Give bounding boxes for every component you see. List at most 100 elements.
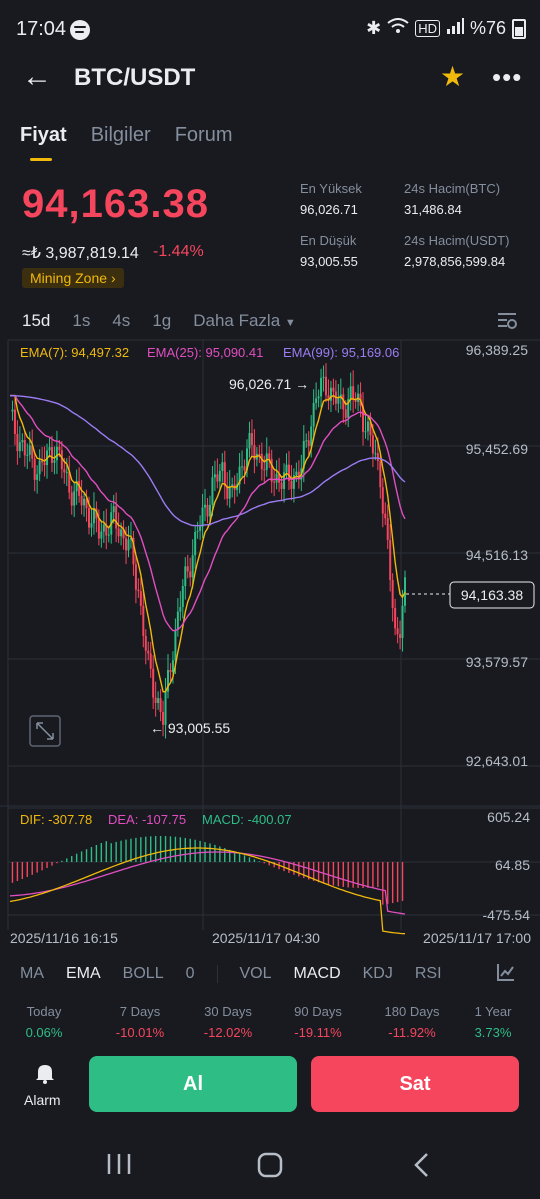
perf-label: 30 Days (204, 1004, 252, 1019)
perf-1y: 1 Year 3.73% (462, 1004, 524, 1040)
candle-body (115, 506, 118, 529)
low-value: 93,005.55 (300, 254, 358, 269)
tab-bilgiler[interactable]: Bilgiler (91, 124, 151, 147)
perf-value: -10.01% (115, 1025, 165, 1040)
candle-body (134, 564, 137, 590)
candle-body (147, 650, 150, 654)
candle-body (290, 480, 293, 489)
system-nav-bar (0, 1130, 540, 1199)
perf-value: 3.73% (474, 1025, 512, 1040)
favorite-star-icon[interactable]: ★ (440, 60, 465, 93)
ema-lines (9, 394, 406, 693)
candle-body (248, 433, 251, 449)
x-tick-3: 2025/11/17 17:00 (423, 930, 531, 946)
candle-body (33, 458, 36, 480)
candle-body (285, 464, 288, 473)
more-options-icon[interactable]: ••• (492, 62, 522, 93)
caret-down-icon: ▼ (284, 317, 296, 329)
candle-body (307, 440, 310, 447)
candle-body (28, 445, 31, 455)
macd-label: MACD: -400.07 (202, 812, 292, 827)
perf-value: -19.11% (294, 1025, 342, 1040)
dea-line (9, 851, 406, 915)
candle-body (181, 586, 184, 608)
signal-icon (446, 18, 464, 39)
candle-body (137, 589, 140, 592)
buy-button[interactable]: Al (89, 1056, 297, 1112)
candle-body (189, 571, 192, 578)
last-price: 94,163.38 (22, 182, 209, 226)
timeframe-4s[interactable]: 4s (112, 311, 130, 331)
indicator-vol[interactable]: VOL (240, 965, 272, 983)
indicator-ema[interactable]: EMA (66, 965, 101, 983)
indicator-boll[interactable]: BOLL (123, 965, 164, 983)
candle-body (243, 466, 246, 471)
mining-zone-label: Mining Zone (30, 270, 108, 286)
back-arrow-icon[interactable]: ← (22, 60, 52, 94)
x-tick-2: 2025/11/17 04:30 (212, 930, 320, 946)
candle-body (21, 440, 24, 443)
home-icon[interactable] (257, 1152, 283, 1178)
candle-body (268, 453, 271, 459)
candle-body (258, 453, 261, 455)
indicator-ma[interactable]: MA (20, 965, 44, 983)
timeframe-1g[interactable]: 1g (152, 311, 171, 331)
candle-body (179, 607, 182, 612)
candlestick-chart[interactable]: EMA(7): 94,497.32 EMA(25): 95,090.41 EMA… (0, 330, 540, 950)
sell-button[interactable]: Sat (311, 1056, 519, 1112)
candle-body (174, 629, 177, 661)
candle-body (376, 453, 379, 462)
ema99-label: EMA(99): 95,169.06 (283, 345, 399, 360)
candle-body (263, 469, 266, 471)
recent-apps-icon[interactable] (106, 1152, 132, 1176)
spotify-icon (70, 20, 90, 40)
candle-body (18, 442, 21, 452)
dif-label: DIF: -307.78 (20, 812, 92, 827)
perf-label: 180 Days (384, 1004, 440, 1019)
y-tick-1: 96,389.25 (466, 342, 528, 358)
indicator-kdj[interactable]: KDJ (363, 965, 393, 983)
timeframe-more[interactable]: Daha Fazla ▼ (193, 311, 296, 331)
candle-body (38, 460, 41, 475)
candle-body (48, 447, 51, 451)
candle-body (349, 386, 352, 400)
indicator-settings-icon[interactable] (496, 962, 516, 987)
candle-body (196, 530, 199, 532)
perf-value: -11.92% (388, 1025, 436, 1040)
high-label: En Yüksek (300, 181, 362, 196)
vol-btc-value: 31,486.84 (404, 202, 462, 217)
candle-body (389, 539, 392, 581)
timeframe-15d[interactable]: 15d (22, 311, 50, 331)
candle-body (332, 387, 335, 392)
candle-body (305, 440, 308, 442)
indicator-rsi[interactable]: RSI (415, 965, 442, 983)
alarm-label[interactable]: Alarm (24, 1092, 61, 1108)
candle-body (221, 462, 224, 471)
candle-body (149, 653, 152, 669)
candle-body (184, 566, 187, 587)
candle-body (107, 534, 110, 536)
indicator-divider (216, 965, 218, 983)
indicator-macd[interactable]: MACD (294, 965, 341, 983)
candle-body (337, 397, 340, 404)
candle-body (322, 376, 325, 378)
chart-settings-icon[interactable] (497, 310, 517, 330)
high-value: 96,026.71 (300, 202, 358, 217)
candle-body (125, 538, 128, 551)
vol-usdt-value: 2,978,856,599.84 (404, 254, 506, 269)
candle-body (352, 386, 355, 400)
pair-title: BTC/USDT (74, 64, 196, 91)
tab-forum[interactable]: Forum (175, 124, 233, 147)
back-nav-icon[interactable] (412, 1152, 430, 1178)
alarm-bell-icon[interactable] (34, 1062, 56, 1084)
timeframe-1s[interactable]: 1s (72, 311, 90, 331)
candle-body (366, 421, 369, 432)
indicator-count[interactable]: 0 (186, 965, 195, 983)
perf-label: 1 Year (474, 1004, 512, 1019)
tab-fiyat[interactable]: Fiyat (20, 124, 67, 161)
expand-icon[interactable] (29, 715, 61, 747)
perf-value: 0.06% (25, 1025, 63, 1040)
vol-usdt-label: 24s Hacim(USDT) (404, 233, 510, 248)
mining-zone-badge[interactable]: Mining Zone › (22, 268, 124, 288)
candle-body (13, 409, 16, 434)
